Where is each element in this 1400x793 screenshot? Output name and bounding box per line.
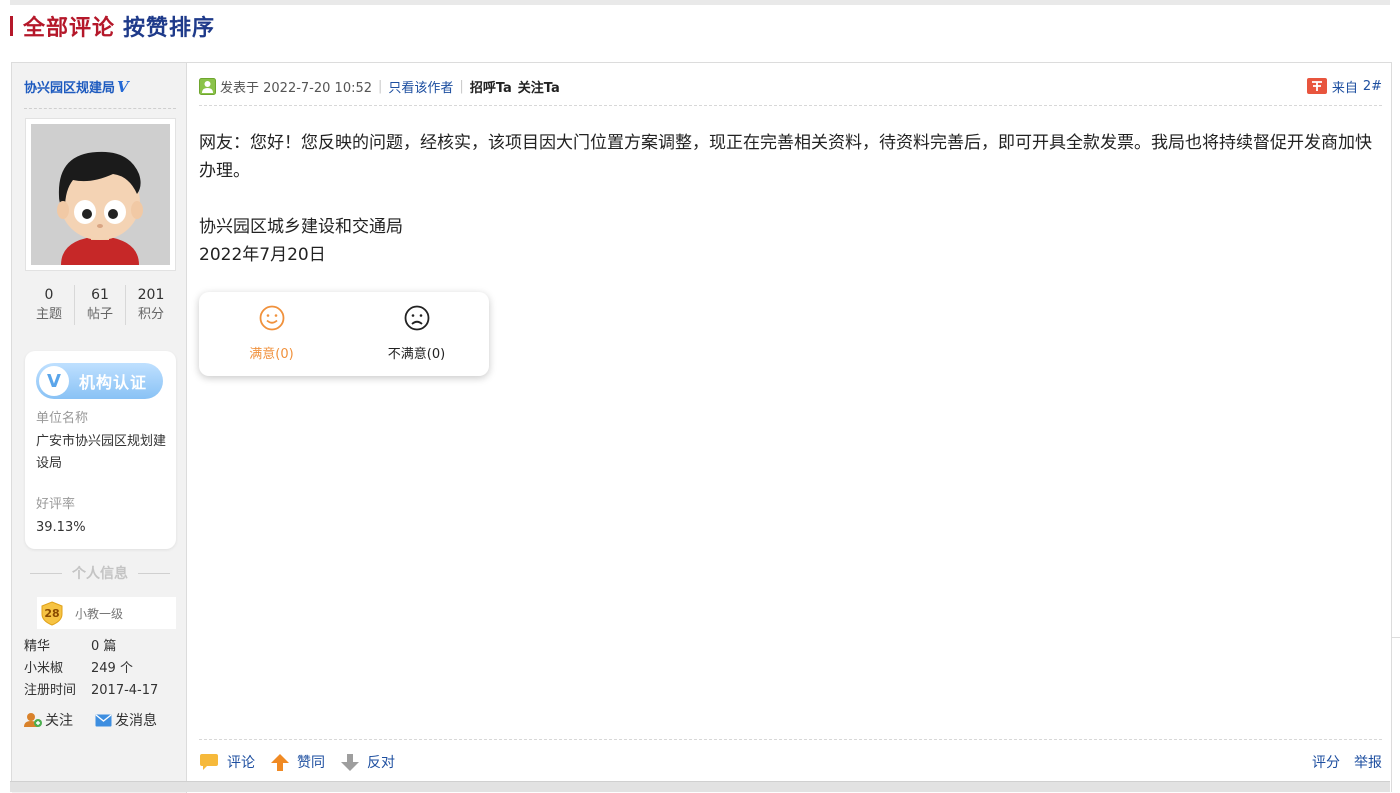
bottom-divider-strip — [10, 781, 1390, 792]
arrow-up-icon — [271, 753, 289, 771]
scroll-marker — [1392, 637, 1400, 638]
follow-author-button[interactable]: 关注 — [24, 710, 73, 730]
avatar-image — [31, 124, 170, 265]
info-row-digest: 精华 0 篇 — [24, 636, 158, 658]
satisfaction-rating-card: 满意(0) 不满意(0) — [199, 292, 489, 376]
post-signature: 协兴园区城乡建设和交通局 — [199, 217, 403, 237]
rating-rate-label: 好评率 — [36, 497, 76, 512]
verified-v-icon: V — [39, 366, 69, 396]
info-value: 2017-4-17 — [91, 683, 159, 698]
header-accent-bar — [10, 16, 13, 36]
only-author-link[interactable]: 只看该作者 — [388, 77, 453, 96]
oppose-label: 反对 — [367, 755, 395, 771]
verified-icon: V — [117, 77, 129, 96]
author-info-list: 精华 0 篇 小米椒 249 个 注册时间 2017-4-17 — [24, 636, 158, 702]
post-content-area: 发表于 2022-7-20 10:52 | 只看该作者 | 招呼Ta 关注Ta … — [188, 63, 1393, 793]
stat-points[interactable]: 201 积分 — [126, 285, 176, 325]
author-stats: 0 主题 61 帖子 201 积分 — [24, 285, 176, 325]
mail-icon — [95, 713, 112, 726]
info-value: 249 个 — [91, 661, 133, 676]
info-key: 小米椒 — [24, 661, 64, 676]
user-level: 28 小教一级 — [37, 597, 176, 629]
rating-rate-value: 39.13% — [36, 520, 86, 535]
unit-name-label: 单位名称 — [36, 411, 89, 426]
comment-bubble-icon — [200, 754, 218, 770]
heading-line-left — [30, 572, 62, 574]
follow-author-link[interactable]: 关注Ta — [518, 77, 560, 96]
stat-posts[interactable]: 61 帖子 — [75, 285, 126, 325]
info-value: 0 篇 — [91, 639, 117, 654]
online-status-icon — [199, 77, 216, 95]
sort-by-likes-link[interactable]: 按赞排序 — [123, 10, 215, 42]
unsatisfied-button[interactable]: 不满意(0) — [344, 292, 489, 376]
author-name-row: 协兴园区规建局 V — [24, 77, 129, 97]
author-name-link[interactable]: 协兴园区规建局 — [24, 77, 115, 96]
unit-name-value: 广安市协兴园区规划建设局 — [36, 434, 167, 471]
follow-user-icon — [24, 713, 42, 727]
satisfied-label: 满意(0) — [249, 347, 294, 362]
arrow-down-icon — [341, 753, 359, 771]
top-divider-strip — [10, 0, 1390, 5]
post-meta-bar: 发表于 2022-7-20 10:52 | 只看该作者 | 招呼Ta 关注Ta … — [199, 76, 1382, 96]
personal-info-heading: 个人信息 — [24, 563, 176, 583]
stat-posts-value: 61 — [91, 287, 109, 303]
level-badge-icon: 28 — [41, 601, 63, 626]
post-paragraph: 网友：您好！您反映的问题，经核实，该项目因大门位置方案调整，现正在完善相关资料，… — [199, 133, 1372, 181]
comment-label: 评论 — [227, 755, 255, 771]
top-pin-icon[interactable] — [1306, 77, 1327, 95]
avatar-frame[interactable] — [25, 118, 176, 271]
floor-number[interactable]: 2# — [1363, 79, 1382, 94]
stat-posts-label: 帖子 — [86, 307, 113, 322]
greet-author-link[interactable]: 招呼Ta — [470, 77, 512, 96]
comment-button[interactable]: 评论 — [199, 752, 255, 772]
meta-separator: | — [459, 78, 464, 94]
message-label: 发消息 — [115, 713, 157, 729]
post-footer: 评论 赞同 反对 评分 举报 — [199, 751, 1382, 773]
oppose-button[interactable]: 反对 — [341, 752, 395, 772]
post-source: 来自 2# — [1306, 77, 1382, 96]
personal-info-title: 个人信息 — [72, 566, 128, 582]
stat-points-label: 积分 — [137, 307, 164, 322]
post-container: 协兴园区规建局 V 0 主题 61 帖子 201 积分 V 机构认证 单位名称 … — [11, 62, 1393, 793]
stat-topics-label: 主题 — [35, 307, 62, 322]
level-name: 小教一级 — [75, 606, 124, 621]
author-sidebar: 协兴园区规建局 V 0 主题 61 帖子 201 积分 V 机构认证 单位名称 … — [12, 63, 187, 793]
info-key: 精华 — [24, 639, 51, 654]
info-key: 注册时间 — [24, 683, 77, 698]
frown-icon — [404, 305, 429, 331]
footer-right-actions: 评分 举报 — [1298, 752, 1382, 772]
stat-points-value: 201 — [137, 287, 165, 303]
org-badge-label: 机构认证 — [79, 373, 148, 392]
avatar[interactable] — [31, 124, 170, 265]
info-row-pepper: 小米椒 249 个 — [24, 658, 158, 680]
footer-divider — [199, 739, 1382, 740]
post-body: 网友：您好！您反映的问题，经核实，该项目因大门位置方案调整，现正在完善相关资料，… — [199, 129, 1374, 269]
follow-label: 关注 — [45, 713, 73, 729]
info-row-register: 注册时间 2017-4-17 — [24, 680, 158, 702]
agree-button[interactable]: 赞同 — [271, 752, 325, 772]
author-name-divider — [24, 108, 176, 109]
post-date: 2022年7月20日 — [199, 245, 326, 265]
report-link[interactable]: 举报 — [1354, 752, 1382, 772]
smile-icon — [259, 305, 284, 331]
author-actions: 关注 发消息 — [24, 710, 179, 730]
comments-header: 全部评论 按赞排序 — [10, 10, 215, 42]
stat-topics-value: 0 — [44, 287, 54, 303]
send-message-button[interactable]: 发消息 — [95, 710, 157, 730]
level-number: 28 — [44, 607, 59, 620]
satisfied-button[interactable]: 满意(0) — [199, 292, 344, 376]
stat-topics[interactable]: 0 主题 — [24, 285, 75, 325]
meta-divider — [199, 105, 1382, 106]
org-verified-badge: V 机构认证 — [36, 363, 163, 399]
unsatisfied-label: 不满意(0) — [387, 347, 446, 362]
org-verification-card: V 机构认证 单位名称 广安市协兴园区规划建设局 好评率 39.13% — [25, 351, 176, 549]
agree-label: 赞同 — [297, 755, 325, 771]
from-label: 来自 — [1331, 80, 1358, 96]
post-time: 发表于 2022-7-20 10:52 — [220, 80, 373, 96]
score-link[interactable]: 评分 — [1312, 752, 1340, 772]
meta-separator: | — [378, 78, 383, 94]
heading-line-right — [138, 572, 170, 574]
all-comments-title[interactable]: 全部评论 — [23, 10, 115, 42]
